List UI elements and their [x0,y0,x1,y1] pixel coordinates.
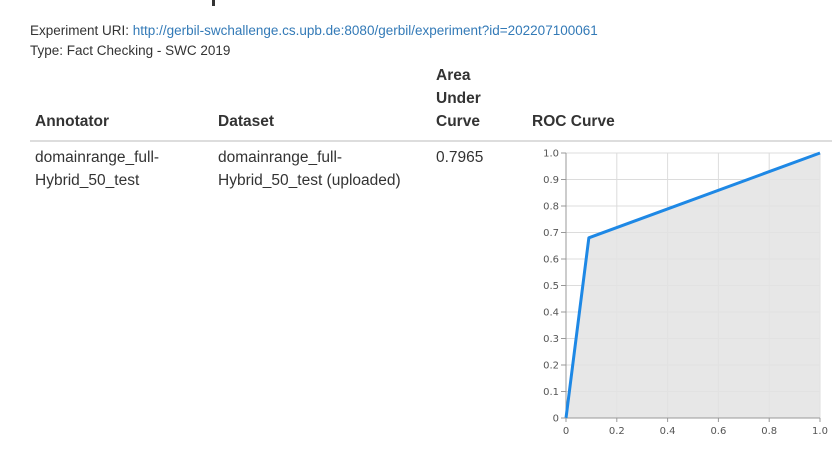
x-tick-label: 0.4 [660,426,676,437]
cell-dataset-line: domainrange_full- [218,149,343,166]
roc-area-fill [566,153,820,418]
y-tick-label: 0.4 [543,308,559,319]
x-tick-label: 1.0 [812,426,828,437]
x-tick-label: 0.6 [710,426,726,437]
cell-annotator-line: Hybrid_50_test [35,172,140,189]
cell-annotator-line: domainrange_full- [35,149,160,166]
cell-auc: 0.7965 [436,149,484,166]
experiment-uri-row: Experiment URI: http://gerbil-swchalleng… [30,21,598,41]
y-tick-label: 0 [553,414,559,425]
experiment-type-label: Type: [30,43,64,58]
x-tick-label: 0 [563,426,569,437]
cell-annotator: domainrange_full- Hybrid_50_test [35,146,195,192]
header-auc: Area Under Curve [436,64,506,133]
experiment-info: Experiment URI: http://gerbil-swchalleng… [30,21,598,61]
cell-dataset: domainrange_full- Hybrid_50_test (upload… [218,146,418,192]
cell-dataset-line: Hybrid_50_test (uploaded) [218,172,401,189]
y-tick-label: 0.7 [543,228,559,239]
experiment-uri-link[interactable]: http://gerbil-swchallenge.cs.upb.de:8080… [133,23,598,38]
header-annotator: Annotator [35,113,110,130]
y-tick-label: 0.3 [543,334,559,345]
y-tick-label: 0.6 [543,255,559,266]
y-tick-label: 0.8 [543,202,559,213]
y-axis-ticks: 0 0.1 0.2 0.3 0.4 0.5 0.6 0.7 0.8 0.9 1.0 [543,149,566,425]
y-tick-label: 0.9 [543,175,559,186]
experiment-type-value: Fact Checking - SWC 2019 [66,43,231,58]
page-heading-fragment [34,0,234,6]
y-tick-label: 0.2 [543,361,559,372]
y-tick-label: 1.0 [543,149,559,160]
header-auc-line: Area [436,67,471,84]
y-tick-label: 0.1 [543,387,559,398]
experiment-uri-label: Experiment URI: [30,23,130,38]
y-tick-label: 0.5 [543,281,559,292]
roc-curve-chart: 00.10.20.30.40.50.60.70.80.91.0 0 0.2 0.4 0… [543,149,828,438]
header-roc-curve: ROC Curve [532,113,615,130]
header-auc-line: Curve [436,113,480,130]
header-auc-line: Under [436,90,481,107]
experiment-type-row: Type: Fact Checking - SWC 2019 [30,41,598,61]
x-axis-ticks: 0 0.2 0.4 0.6 0.8 1.0 [563,418,828,437]
header-dataset: Dataset [218,113,274,130]
x-tick-label: 0.2 [609,426,625,437]
x-tick-label: 0.8 [761,426,777,437]
